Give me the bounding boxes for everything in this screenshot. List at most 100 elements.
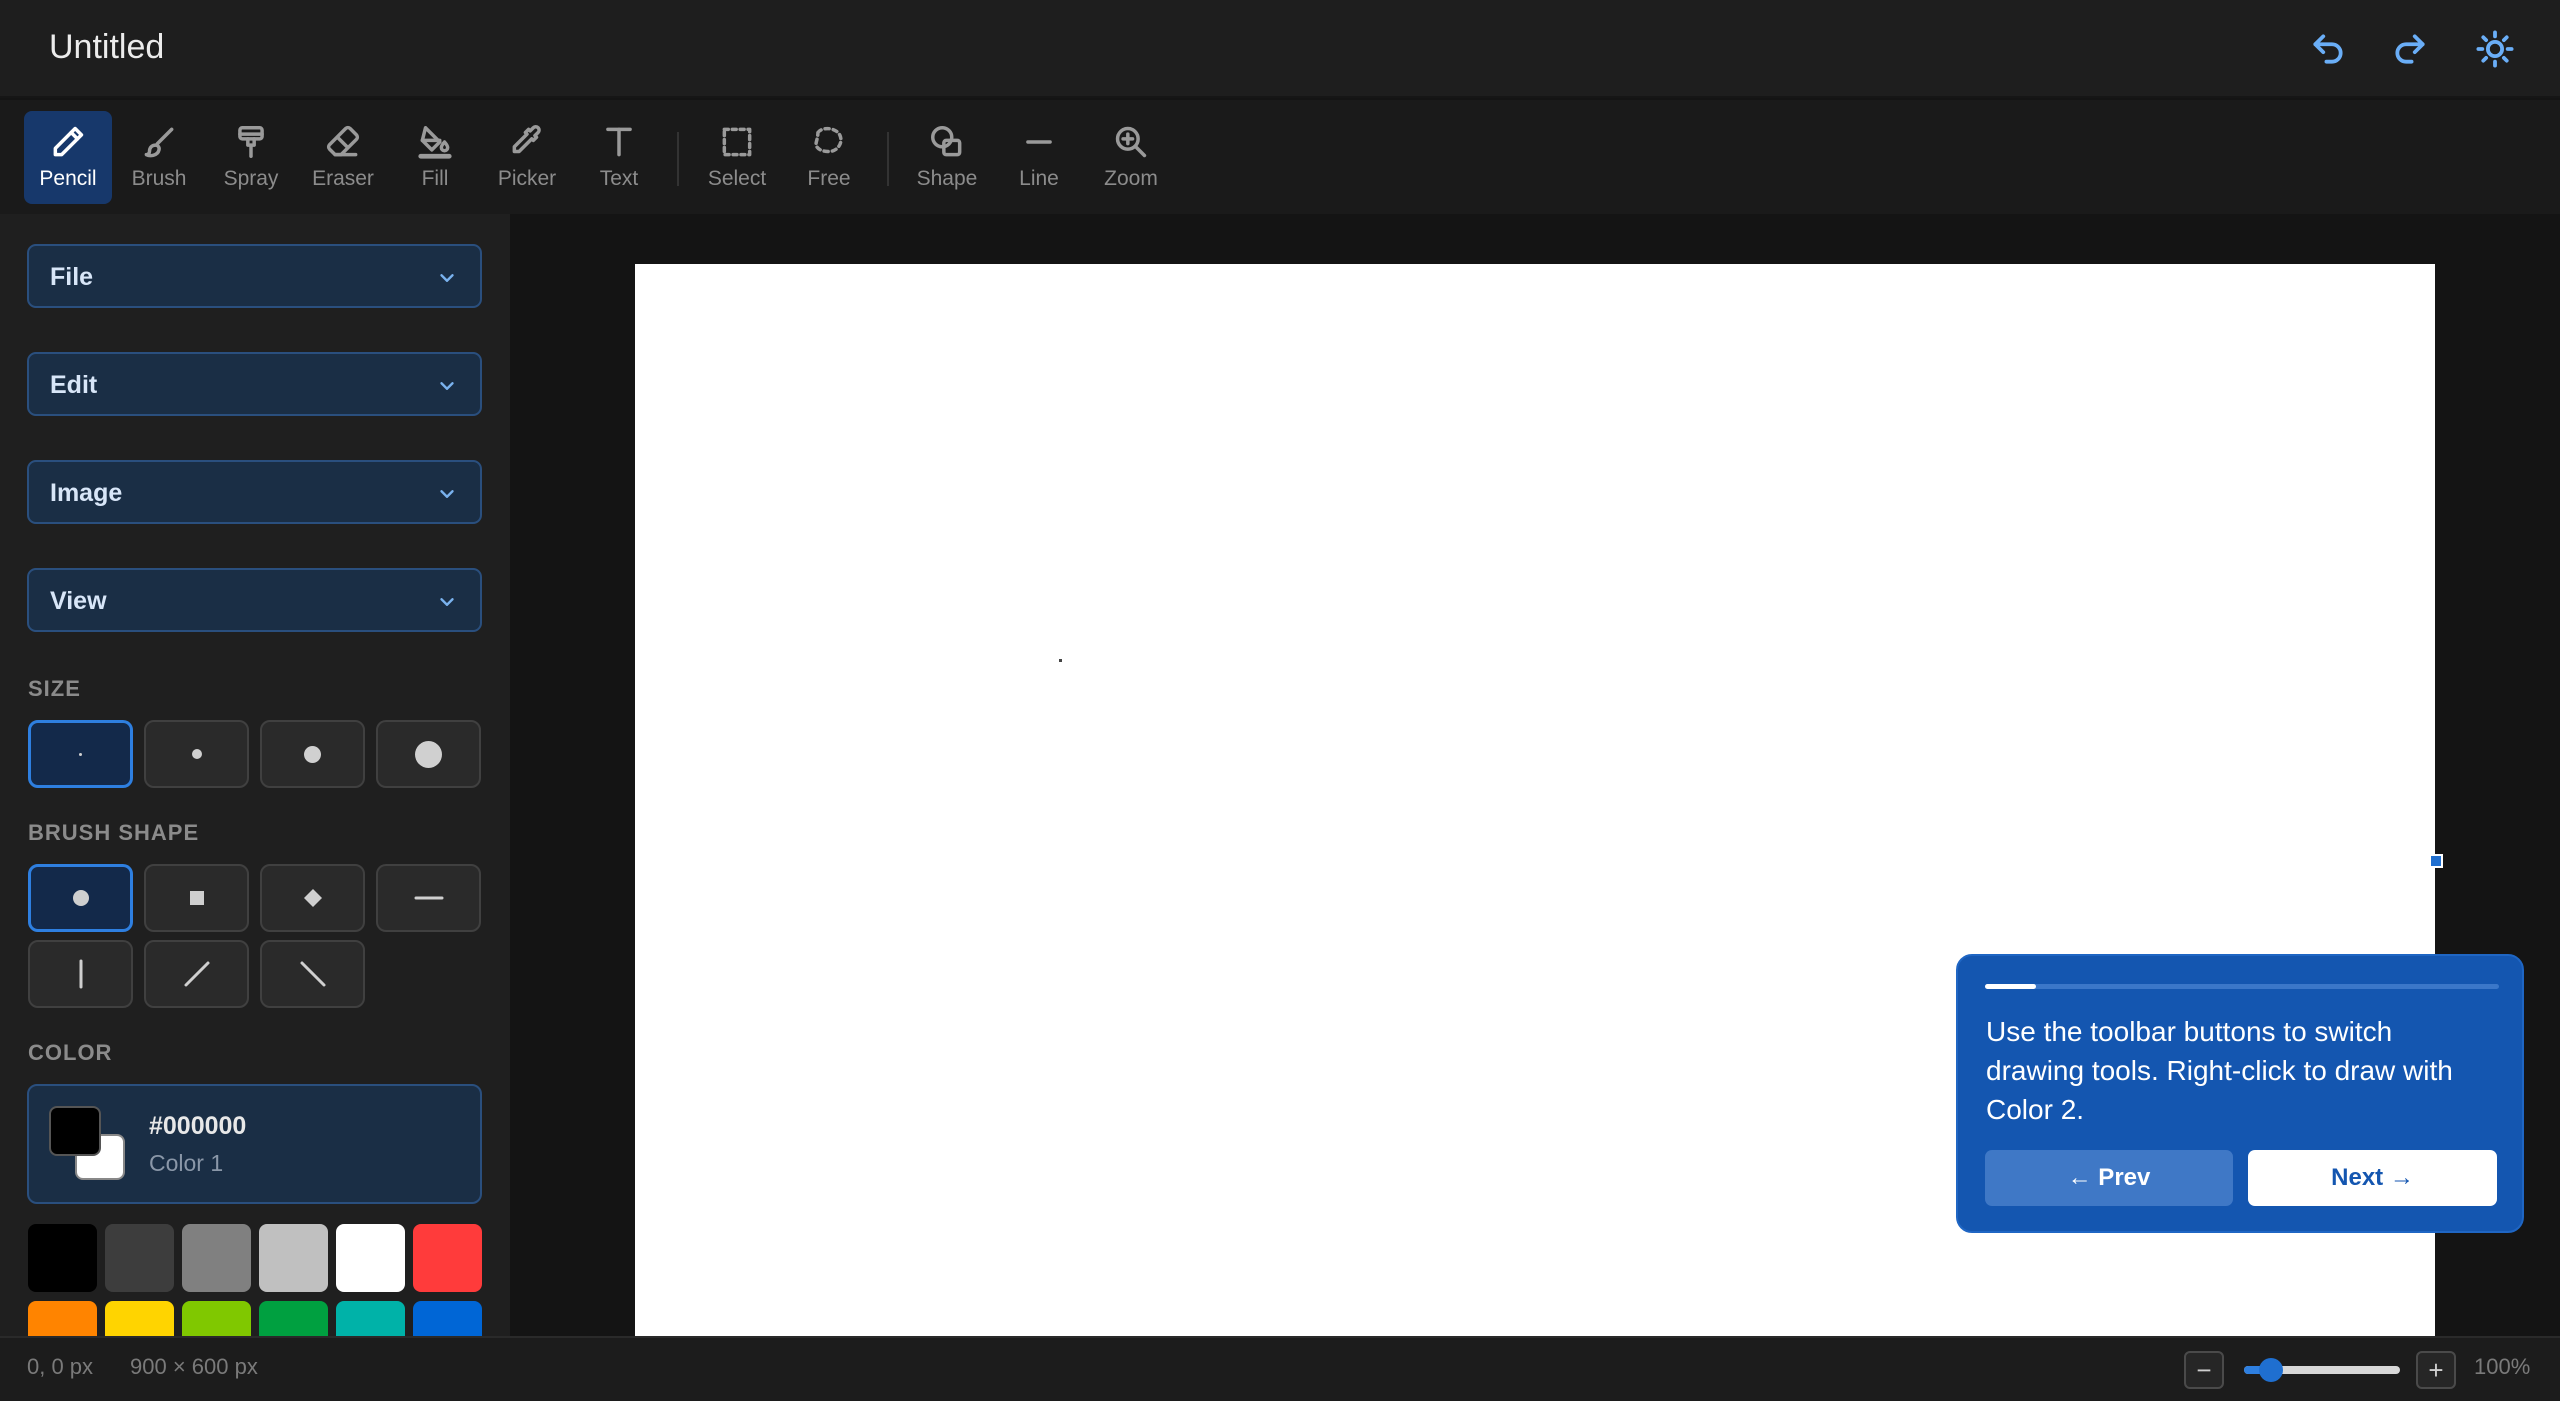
size-option-2[interactable] [144,720,249,788]
canvas-dimensions: 900 × 600 px [130,1354,258,1379]
line-icon [1026,140,1052,144]
palette-swatch[interactable] [413,1224,482,1292]
palette-swatch[interactable] [413,1301,482,1336]
size-dot-icon [304,745,321,763]
menu-view[interactable]: View [27,568,482,632]
tour-next-button[interactable]: Next → [2248,1150,2497,1206]
zoom-icon [1115,126,1147,158]
sun-icon [2476,30,2514,68]
tool-label: Pencil [39,167,97,190]
size-option-4[interactable] [376,720,481,788]
size-option-3[interactable] [260,720,365,788]
tool-spray[interactable]: Spray [207,111,295,204]
zoom-in-button[interactable]: + [2416,1351,2456,1389]
menu-file[interactable]: File [27,244,482,308]
forward-slash-icon [184,961,209,987]
back-slash-icon [300,961,325,987]
status-bar: 0, 0 px 900 × 600 px − + 100% [0,1336,2560,1401]
tool-free-select[interactable]: Free [785,111,873,204]
circle-shape-icon [72,890,89,906]
theme-toggle-button[interactable] [2470,24,2520,74]
brush-shape-square[interactable] [144,864,249,932]
eyedropper-icon [512,125,541,154]
brush-shape-forward-slash[interactable] [144,940,249,1008]
redo-icon [2395,34,2425,64]
zoom-level-label: 100% [2474,1354,2531,1379]
spray-icon [238,126,264,158]
zoom-out-button[interactable]: − [2184,1351,2224,1389]
palette-swatch[interactable] [105,1224,174,1292]
pencil-icon [53,126,84,157]
tool-label: Fill [421,167,449,190]
tool-brush[interactable]: Brush [115,111,203,204]
menu-label: Edit [50,371,98,399]
chevron-down-icon [440,490,454,498]
toolbar-divider [887,132,889,186]
color-section-label: COLOR [28,1040,113,1065]
palette-swatch[interactable] [336,1301,405,1336]
vertical-line-icon [79,959,82,989]
palette-swatch[interactable] [259,1224,328,1292]
tool-shape[interactable]: Shape [903,111,991,204]
color-1-swatch[interactable] [49,1106,101,1156]
redo-button[interactable] [2385,24,2435,74]
tour-prev-button[interactable]: ← Prev [1985,1150,2233,1206]
brush-shape-vertical[interactable] [28,940,133,1008]
canvas-resize-handle[interactable] [2429,854,2443,868]
palette-swatch[interactable] [28,1301,97,1336]
tool-text[interactable]: Text [575,111,663,204]
palette-swatch[interactable] [259,1301,328,1336]
tool-label: Eraser [312,167,374,190]
tool-label: Select [707,167,767,190]
palette-swatch[interactable] [28,1224,97,1292]
color-hex-value: #000000 [149,1112,247,1140]
eraser-icon [326,125,360,157]
tour-message: Use the toolbar buttons to switch drawin… [1986,1016,2453,1125]
drawn-pixel [1059,659,1062,662]
tool-label: Line [1019,167,1059,190]
tool-line[interactable]: Line [995,111,1083,204]
tool-fill[interactable]: Fill [391,111,479,204]
chevron-down-icon [440,382,454,390]
document-title: Untitled [49,28,165,66]
palette-swatch[interactable] [182,1224,251,1292]
zoom-slider[interactable] [2244,1358,2400,1382]
tool-label: Picker [497,167,557,190]
brush-shape-section-label: BRUSH SHAPE [28,820,200,845]
menu-image[interactable]: Image [27,460,482,524]
tool-bar: Pencil Brush Spray Eraser Fill Picker Te… [0,100,2560,214]
zoom-slider-thumb[interactable] [2259,1358,2284,1382]
tool-label: Brush [131,167,187,190]
size-dot-icon [79,752,82,756]
free-select-icon [814,126,843,154]
menu-edit[interactable]: Edit [27,352,482,416]
palette-swatch[interactable] [105,1301,174,1336]
side-panel: File Edit Image View SIZE BRUSH SHAPE CO… [0,214,510,1336]
square-shape-icon [189,891,204,905]
tool-label: Text [599,167,639,190]
undo-button[interactable] [2303,24,2353,74]
palette-swatch[interactable] [336,1224,405,1292]
tool-zoom[interactable]: Zoom [1087,111,1175,204]
color-card: #000000 Color 1 [27,1084,482,1204]
brush-shape-diamond[interactable] [260,864,365,932]
fill-bucket-icon [418,126,452,159]
horizontal-line-icon [414,896,443,900]
tool-select[interactable]: Select [693,111,781,204]
app-header: Untitled [0,0,2560,98]
tool-picker[interactable]: Picker [483,111,571,204]
tool-label: Spray [223,167,279,190]
size-section-label: SIZE [28,676,81,701]
tool-eraser[interactable]: Eraser [299,111,387,204]
size-option-1[interactable] [28,720,133,788]
brush-shape-back-slash[interactable] [260,940,365,1008]
tour-progress-fill [1985,984,2037,989]
tour-popup: Use the toolbar buttons to switch drawin… [1956,954,2524,1233]
diamond-shape-icon [303,889,322,907]
brush-shape-horizontal[interactable] [376,864,481,932]
brush-shape-round[interactable] [28,864,133,932]
palette-swatch[interactable] [182,1301,251,1336]
tour-progress-track [1985,984,2499,989]
size-dot-icon [191,749,202,759]
tool-pencil[interactable]: Pencil [24,111,112,204]
